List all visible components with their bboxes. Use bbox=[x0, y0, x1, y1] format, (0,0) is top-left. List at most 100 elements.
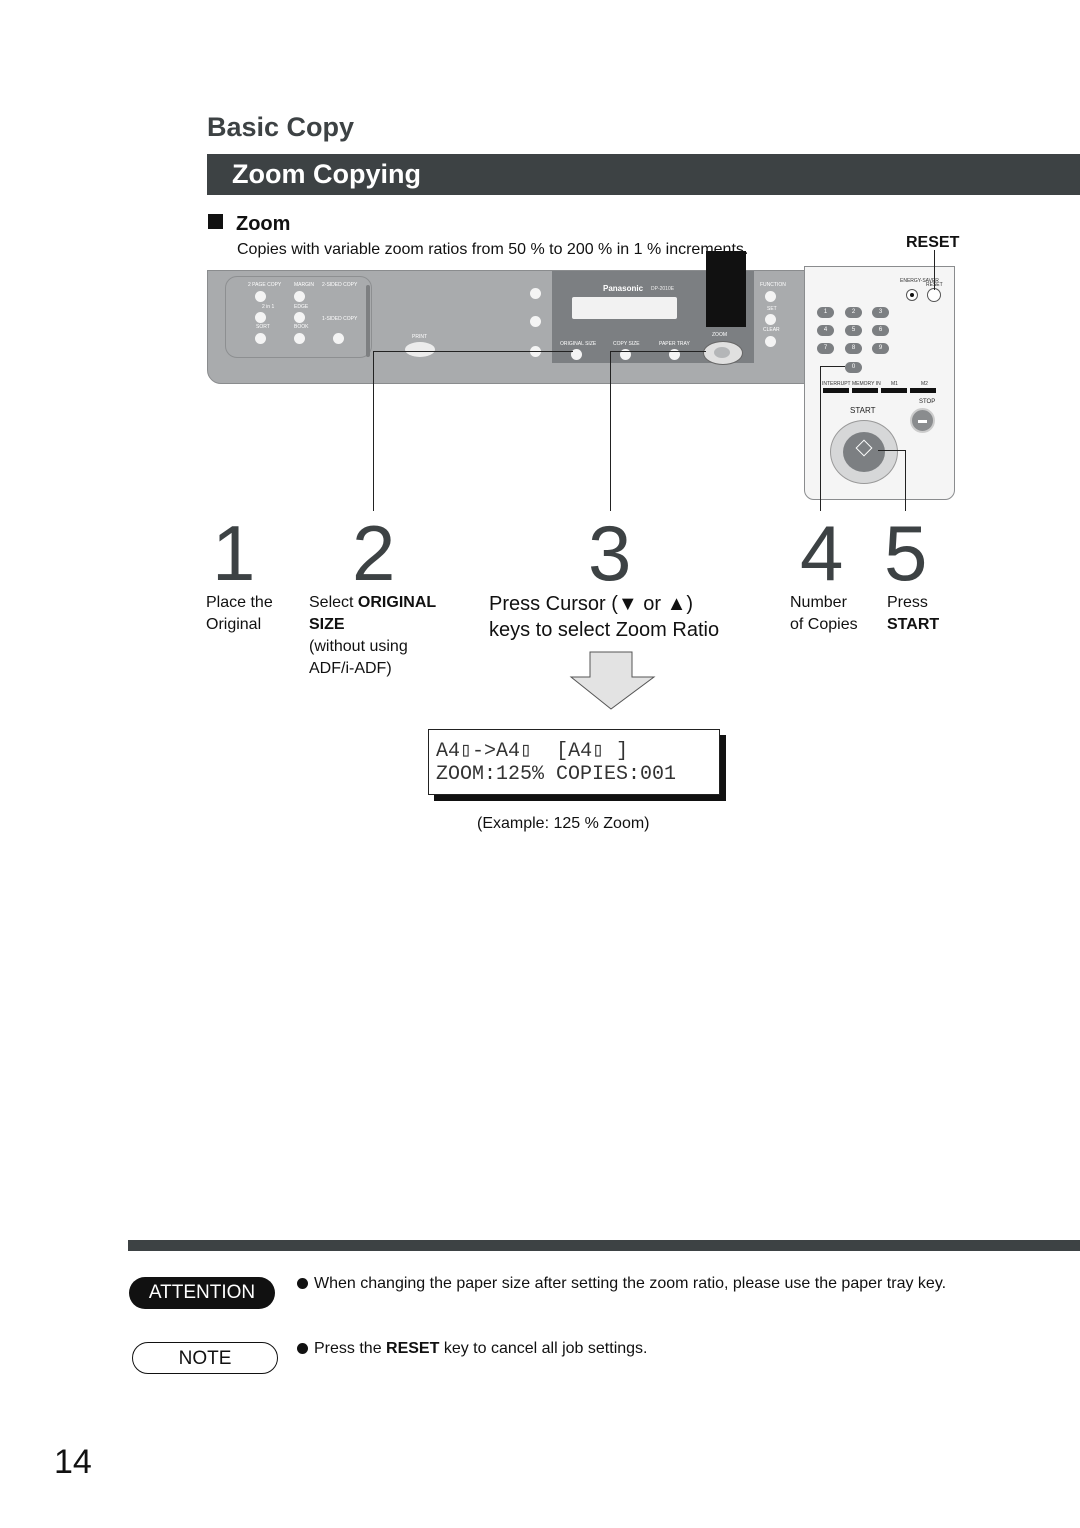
print-label: PRINT bbox=[412, 334, 427, 340]
memory-in-label: MEMORY IN bbox=[852, 381, 881, 387]
square-bullet-icon bbox=[208, 214, 223, 229]
step-4-text: Number of Copies bbox=[790, 592, 858, 636]
start-label: START bbox=[850, 406, 876, 415]
down-arrow-icon bbox=[569, 651, 656, 710]
numpad-key-7[interactable]: 7 bbox=[817, 343, 834, 354]
callout-line-3h bbox=[610, 351, 706, 352]
edge-key[interactable] bbox=[294, 312, 305, 323]
key-label-margin: MARGIN bbox=[294, 282, 314, 288]
function-label: FUNCTION bbox=[760, 282, 786, 288]
attention-text: When changing the paper size after setti… bbox=[314, 1275, 947, 1292]
model-name: DP-2010E bbox=[651, 286, 675, 292]
panel-divider bbox=[366, 285, 370, 357]
book-key[interactable] bbox=[294, 333, 305, 344]
cursor-key[interactable] bbox=[703, 341, 743, 365]
key-label-1sided: 1-SIDED COPY bbox=[322, 316, 358, 322]
2in1-key[interactable] bbox=[255, 312, 266, 323]
contrast-key[interactable] bbox=[530, 316, 541, 327]
key-label-2page: 2 PAGE COPY bbox=[248, 282, 282, 288]
step-3-line1: Press Cursor (▼ or ▲) bbox=[489, 593, 694, 615]
numpad-key-3[interactable]: 3 bbox=[872, 307, 889, 318]
bullet-icon bbox=[297, 1278, 308, 1289]
tray-indicator-panel bbox=[706, 251, 746, 327]
step-number-2: 2 bbox=[352, 509, 396, 597]
reset-callout-label: RESET bbox=[906, 234, 960, 251]
note-bold: RESET bbox=[386, 1340, 440, 1357]
step-5-text: Press START bbox=[887, 592, 939, 636]
step-number-3: 3 bbox=[588, 509, 632, 597]
lcd-line-2: ZOOM:125% COPIES:001 bbox=[436, 763, 677, 786]
brand-logo: Panasonic bbox=[603, 284, 644, 293]
callout-line-5h bbox=[878, 450, 906, 451]
callout-line-4 bbox=[820, 366, 821, 511]
step-3-text: Press Cursor (▼ or ▲) keys to select Zoo… bbox=[489, 591, 719, 643]
stop-label: STOP bbox=[919, 399, 936, 405]
numpad-key-5[interactable]: 5 bbox=[845, 325, 862, 336]
sort-key[interactable] bbox=[255, 333, 266, 344]
interrupt-key[interactable] bbox=[823, 388, 849, 393]
numpad-key-6[interactable]: 6 bbox=[872, 325, 889, 336]
sided-copy-key[interactable] bbox=[333, 333, 344, 344]
page-number: 14 bbox=[54, 1443, 92, 1481]
callout-line-reset bbox=[934, 250, 935, 290]
numpad-key-1[interactable]: 1 bbox=[817, 307, 834, 318]
note-suffix: key to cancel all job settings. bbox=[439, 1340, 648, 1357]
page-title: Zoom Copying bbox=[232, 159, 421, 189]
step-2-extra: (without using ADF/i-ADF) bbox=[309, 638, 408, 677]
print-key[interactable] bbox=[405, 342, 435, 357]
numpad-key-4[interactable]: 4 bbox=[817, 325, 834, 336]
lcd-line-1: A4▯->A4▯ [A4▯ ] bbox=[436, 740, 629, 763]
numpad-key-2[interactable]: 2 bbox=[845, 307, 862, 318]
section-title: Basic Copy bbox=[207, 112, 355, 142]
callout-line-1 bbox=[373, 351, 374, 511]
key-label-2in1: 2 in 1 bbox=[262, 304, 275, 310]
stop-key[interactable] bbox=[910, 408, 935, 433]
bullet-icon bbox=[297, 1343, 308, 1354]
reset-key[interactable] bbox=[927, 288, 941, 302]
callout-line-1h bbox=[373, 351, 573, 352]
original-mode-key[interactable] bbox=[530, 288, 541, 299]
key-label-2sided: 2-SIDED COPY bbox=[322, 282, 358, 288]
note-text: Press the RESET key to cancel all job se… bbox=[314, 1338, 647, 1360]
zoom-heading: Zoom bbox=[236, 213, 291, 235]
step-3-line2: keys to select Zoom Ratio bbox=[489, 619, 720, 641]
note-badge: NOTE bbox=[132, 1342, 278, 1374]
zoom-description: Copies with variable zoom ratios from 50… bbox=[237, 241, 749, 258]
energy-saver-key[interactable] bbox=[906, 289, 918, 301]
function-key[interactable] bbox=[765, 291, 776, 302]
2page-copy-key[interactable] bbox=[255, 291, 266, 302]
paper-tray-label: PAPER TRAY bbox=[659, 341, 690, 347]
numpad-key-8[interactable]: 8 bbox=[845, 343, 862, 354]
step-number-5: 5 bbox=[884, 509, 928, 597]
step-number-4: 4 bbox=[800, 509, 844, 597]
step-5-line1: Press bbox=[887, 594, 928, 611]
key-label-sort: SORT bbox=[256, 324, 270, 330]
step-4-line1: Number bbox=[790, 594, 847, 611]
step-2-plain: Select bbox=[309, 594, 358, 611]
key-label-edge: EDGE bbox=[294, 304, 309, 310]
interrupt-label: INTERRUPT bbox=[822, 381, 851, 387]
numpad-key-0[interactable]: 0 bbox=[845, 362, 862, 373]
step-number-1: 1 bbox=[212, 509, 256, 597]
original-size-label: ORIGINAL SIZE bbox=[560, 341, 597, 347]
lcd-caption: (Example: 125 % Zoom) bbox=[477, 815, 650, 832]
step-5-line2: START bbox=[887, 616, 940, 633]
m1-key[interactable] bbox=[881, 388, 907, 393]
clear-label: CLEAR bbox=[763, 327, 780, 333]
panel-lcd bbox=[572, 297, 677, 319]
zoom-label: ZOOM bbox=[712, 332, 727, 338]
title-bar: Zoom Copying bbox=[207, 154, 1080, 195]
lcd-display-example: A4▯->A4▯ [A4▯ ] ZOOM:125% COPIES:001 bbox=[428, 729, 720, 795]
step-4-line2: of Copies bbox=[790, 616, 858, 633]
numpad-key-9[interactable]: 9 bbox=[872, 343, 889, 354]
set-label: SET bbox=[767, 306, 777, 312]
callout-line-4h bbox=[820, 366, 845, 367]
memory-in-key[interactable] bbox=[852, 388, 878, 393]
copy-size-label: COPY SIZE bbox=[613, 341, 640, 347]
callout-line-5 bbox=[905, 450, 906, 511]
clear-key[interactable] bbox=[765, 336, 776, 347]
set-key[interactable] bbox=[765, 314, 776, 325]
callout-line-3 bbox=[610, 351, 611, 511]
margin-key[interactable] bbox=[294, 291, 305, 302]
m2-key[interactable] bbox=[910, 388, 936, 393]
